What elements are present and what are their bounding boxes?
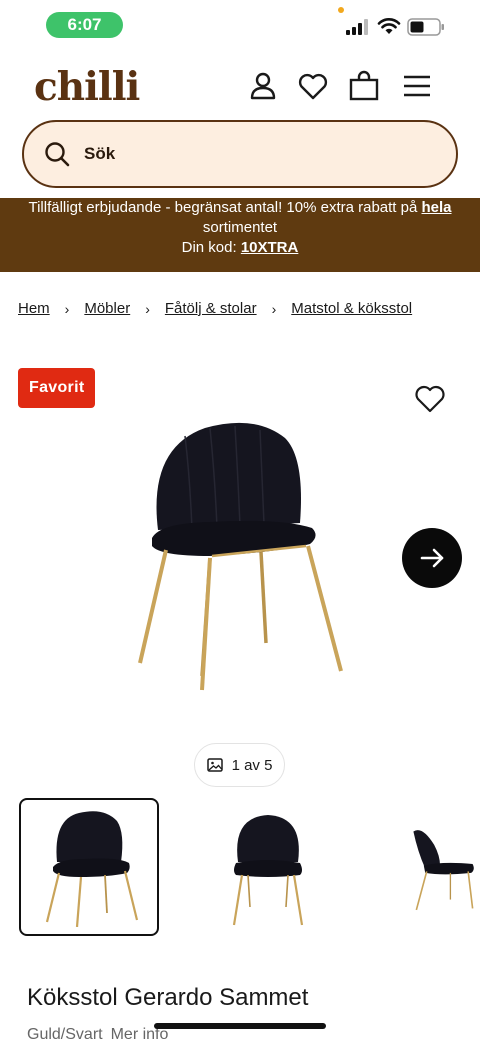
thumbnail-chair-image — [232, 815, 304, 926]
favorit-badge: Favorit — [18, 368, 96, 408]
thumbnail-3[interactable] — [398, 798, 480, 936]
bag-icon[interactable] — [348, 70, 380, 102]
account-icon[interactable] — [247, 70, 279, 102]
chevron-right-icon: › — [145, 300, 150, 317]
status-bar: 6:07 — [0, 0, 480, 50]
thumbnail-2[interactable] — [198, 798, 338, 936]
promo-banner: Tillfälligt erbjudande - begränsat antal… — [0, 198, 480, 272]
search-icon — [45, 142, 70, 167]
arrow-right-icon — [420, 548, 444, 568]
heart-icon[interactable] — [297, 70, 329, 102]
thumbnail-1[interactable] — [19, 798, 159, 936]
breadcrumb-mobler[interactable]: Möbler — [84, 300, 130, 317]
breadcrumb: Hem › Möbler › Fåtölj & stolar › Matstol… — [18, 300, 468, 317]
menu-icon[interactable] — [401, 70, 433, 102]
search-bar[interactable] — [22, 120, 458, 188]
search-input[interactable] — [84, 144, 384, 164]
image-counter-text: 1 av 5 — [231, 756, 273, 774]
privacy-indicator-dot — [338, 7, 344, 13]
chilli-logo[interactable]: chilli — [34, 64, 140, 110]
home-indicator[interactable] — [154, 1023, 326, 1029]
chevron-right-icon: › — [64, 300, 70, 317]
cellular-signal-icon — [346, 19, 368, 35]
promo-link[interactable]: hela — [422, 199, 452, 216]
product-variant: Guld/Svart — [27, 1026, 103, 1039]
status-time: 6:07 — [46, 12, 123, 38]
thumbnail-chair-image — [45, 811, 139, 927]
thumbnail-chair-image — [413, 830, 474, 911]
promo-text: Tillfälligt erbjudande - begränsat antal… — [28, 199, 422, 216]
next-image-button[interactable] — [402, 528, 462, 588]
image-icon — [206, 758, 223, 772]
battery-icon — [407, 18, 444, 36]
product-image-chair[interactable] — [130, 418, 350, 698]
breadcrumb-fatolj-stolar[interactable]: Fåtölj & stolar — [165, 300, 257, 317]
chevron-right-icon: › — [271, 300, 277, 317]
product-variant-line: Guld/Svart Mer info — [27, 1026, 168, 1039]
breadcrumb-matstol[interactable]: Matstol & köksstol — [291, 300, 412, 317]
wifi-icon — [377, 18, 401, 34]
breadcrumb-home[interactable]: Hem — [18, 300, 50, 317]
image-counter[interactable]: 1 av 5 — [194, 743, 285, 787]
promo-code-label: Din kod: — [181, 239, 241, 256]
product-title: Köksstol Gerardo Sammet — [27, 984, 309, 1011]
promo-code[interactable]: 10XTRA — [241, 239, 299, 256]
promo-text-cont: sortimentet — [202, 219, 278, 236]
wishlist-heart-icon[interactable] — [414, 384, 446, 414]
